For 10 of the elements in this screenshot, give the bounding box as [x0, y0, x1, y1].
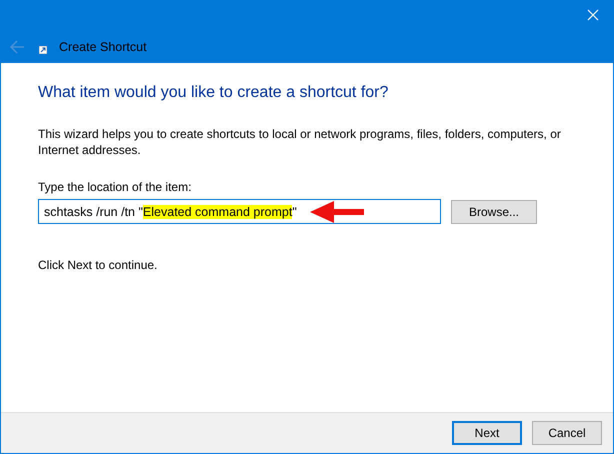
cancel-button[interactable]: Cancel	[532, 421, 602, 445]
close-icon[interactable]	[587, 9, 599, 21]
hint-text: Click Next to continue.	[38, 258, 158, 272]
browse-button[interactable]: Browse...	[451, 200, 537, 224]
description-text: This wizard helps you to create shortcuts to local or network programs, files, folders, computers, or Internet addresses.	[38, 126, 562, 158]
next-button[interactable]: Next	[452, 421, 522, 445]
field-label: Type the location of the item:	[38, 180, 192, 194]
shortcut-icon	[39, 46, 47, 54]
window-title: Create Shortcut	[59, 40, 147, 54]
wizard-heading: What item would you like to create a shortcut for?	[38, 84, 390, 102]
